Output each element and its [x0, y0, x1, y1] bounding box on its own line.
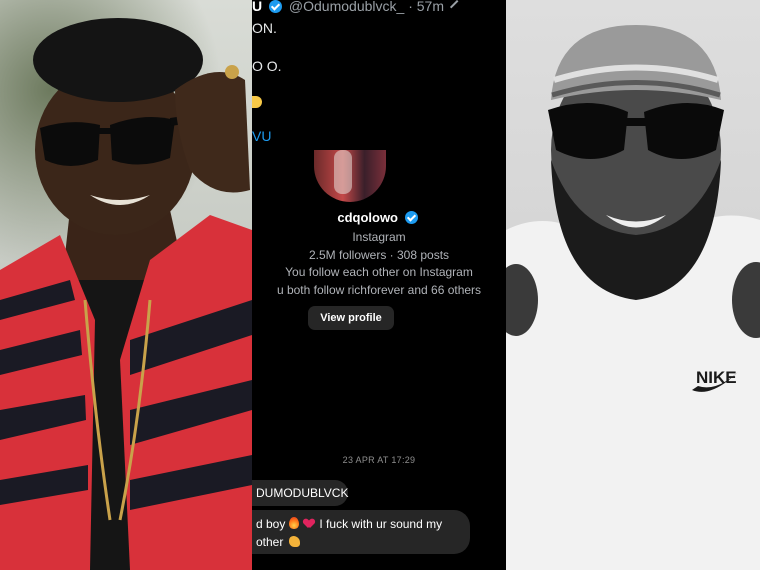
- tweet-text-line: ON.: [252, 20, 277, 36]
- message-bubble[interactable]: d boy I fuck with ur sound my other: [252, 510, 470, 554]
- chat-date-stamp: 23 APR AT 17:29: [342, 455, 416, 465]
- tweet-author-name[interactable]: U: [252, 0, 262, 14]
- message-text: DUMODUBLVCK: [256, 486, 349, 500]
- message-text: d boy: [256, 517, 286, 531]
- edit-icon[interactable]: [449, 0, 464, 15]
- verified-badge-icon: [269, 0, 283, 13]
- instagram-stats: 2.5M followers · 308 posts: [308, 248, 450, 262]
- mutual-followers-text: u both follow richforever and 66 others: [276, 283, 482, 297]
- left-photo: [0, 0, 252, 570]
- heart-emoji-icon: [304, 519, 314, 529]
- nike-logo: NIKE: [696, 368, 737, 387]
- flame-emoji-icon: [288, 517, 299, 529]
- phone-screenshot: U @Odumodublvck_ · 57m ON. O O. VU cdqol…: [252, 0, 506, 570]
- man-in-white-sweatshirt-illustration: NIKE: [506, 25, 760, 570]
- message-text: other: [256, 535, 284, 549]
- instagram-platform-label: Instagram: [352, 230, 406, 244]
- instagram-profile-name: cdqolowo: [252, 210, 506, 225]
- instagram-username: cdqolowo: [337, 210, 399, 225]
- tweet-separator: ·: [408, 0, 413, 14]
- tweet-header: U @Odumodublvck_ · 57m: [252, 0, 506, 16]
- tweet-handle[interactable]: @Odumodublvck_: [289, 0, 404, 14]
- mutual-follow-text: You follow each other on Instagram: [285, 265, 473, 279]
- tweet-time: 57m: [416, 0, 444, 14]
- laughing-emoji-icon: [252, 96, 262, 108]
- man-in-red-jacket-illustration: [0, 18, 252, 570]
- message-bubble[interactable]: DUMODUBLVCK: [252, 480, 348, 506]
- verified-badge-icon: [404, 211, 418, 224]
- tweet-text-line: O O.: [252, 58, 282, 74]
- avatar-figure: [334, 150, 352, 194]
- tweet-link[interactable]: VU: [252, 128, 271, 144]
- right-photo: NIKE: [506, 0, 760, 570]
- view-profile-button[interactable]: View profile: [308, 306, 394, 330]
- flexed-biceps-emoji-icon: [288, 536, 300, 547]
- instagram-avatar[interactable]: [314, 150, 386, 202]
- message-text: I fuck with ur sound my: [319, 517, 443, 531]
